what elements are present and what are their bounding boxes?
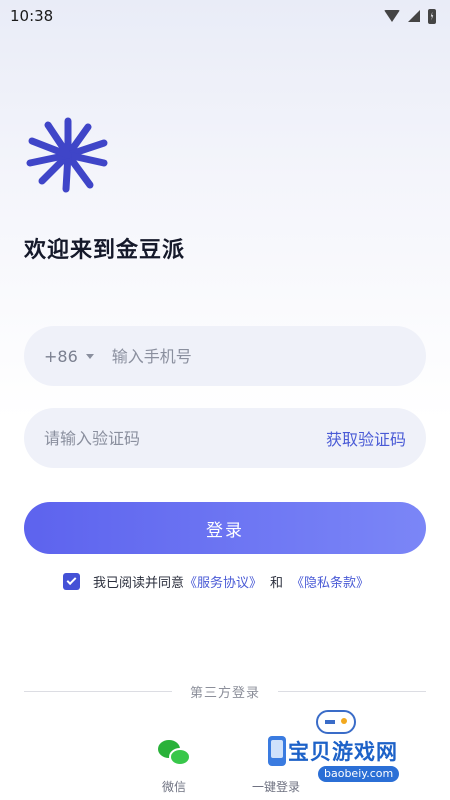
battery-icon [428, 8, 436, 24]
check-icon [66, 575, 77, 586]
wechat-icon [155, 736, 193, 768]
divider-line-left [24, 691, 172, 692]
agreement-prefix: 我已阅读并同意 [93, 576, 185, 591]
app-logo-icon [26, 117, 108, 193]
status-bar: 10:38 [0, 0, 450, 32]
verification-code-field[interactable]: 获取验证码 [24, 408, 426, 468]
watermark-logo: 宝贝游戏网 baobeiy.com [288, 706, 420, 786]
get-code-button[interactable]: 获取验证码 [326, 426, 406, 450]
phone-input[interactable] [111, 346, 406, 366]
country-code-selector[interactable]: +86 [44, 347, 94, 366]
welcome-title: 欢迎来到金豆派 [24, 238, 186, 263]
watermark-title: 宝贝游戏网 [288, 740, 398, 764]
wechat-label: 微信 [161, 780, 186, 794]
phone-field[interactable]: +86 [24, 326, 426, 386]
privacy-link[interactable]: 《隐私条款》 [291, 572, 369, 591]
country-code-label: +86 [44, 346, 78, 366]
agreement-conjunction: 和 [270, 576, 284, 591]
verification-code-input[interactable] [44, 428, 326, 448]
signal-icon [408, 10, 420, 22]
third-party-title: 第三方登录 [190, 686, 261, 701]
third-party-divider: 第三方登录 [24, 682, 427, 701]
agreement-row: 我已阅读并同意 《服务协议》 和 《隐私条款》 [63, 572, 369, 591]
wechat-login-button[interactable]: 微信 [150, 736, 198, 795]
divider-line-right [278, 691, 427, 692]
wifi-icon [384, 10, 400, 22]
terms-link[interactable]: 《服务协议》 [184, 572, 262, 591]
status-time: 10:38 [10, 7, 54, 25]
login-button[interactable]: 登录 [24, 502, 426, 554]
phone-icon [262, 736, 290, 768]
status-icons [384, 8, 436, 24]
watermark-url: baobeiy.com [318, 766, 400, 782]
caret-down-icon [85, 353, 94, 359]
gamepad-icon [316, 710, 356, 734]
agreement-checkbox[interactable] [63, 573, 80, 590]
